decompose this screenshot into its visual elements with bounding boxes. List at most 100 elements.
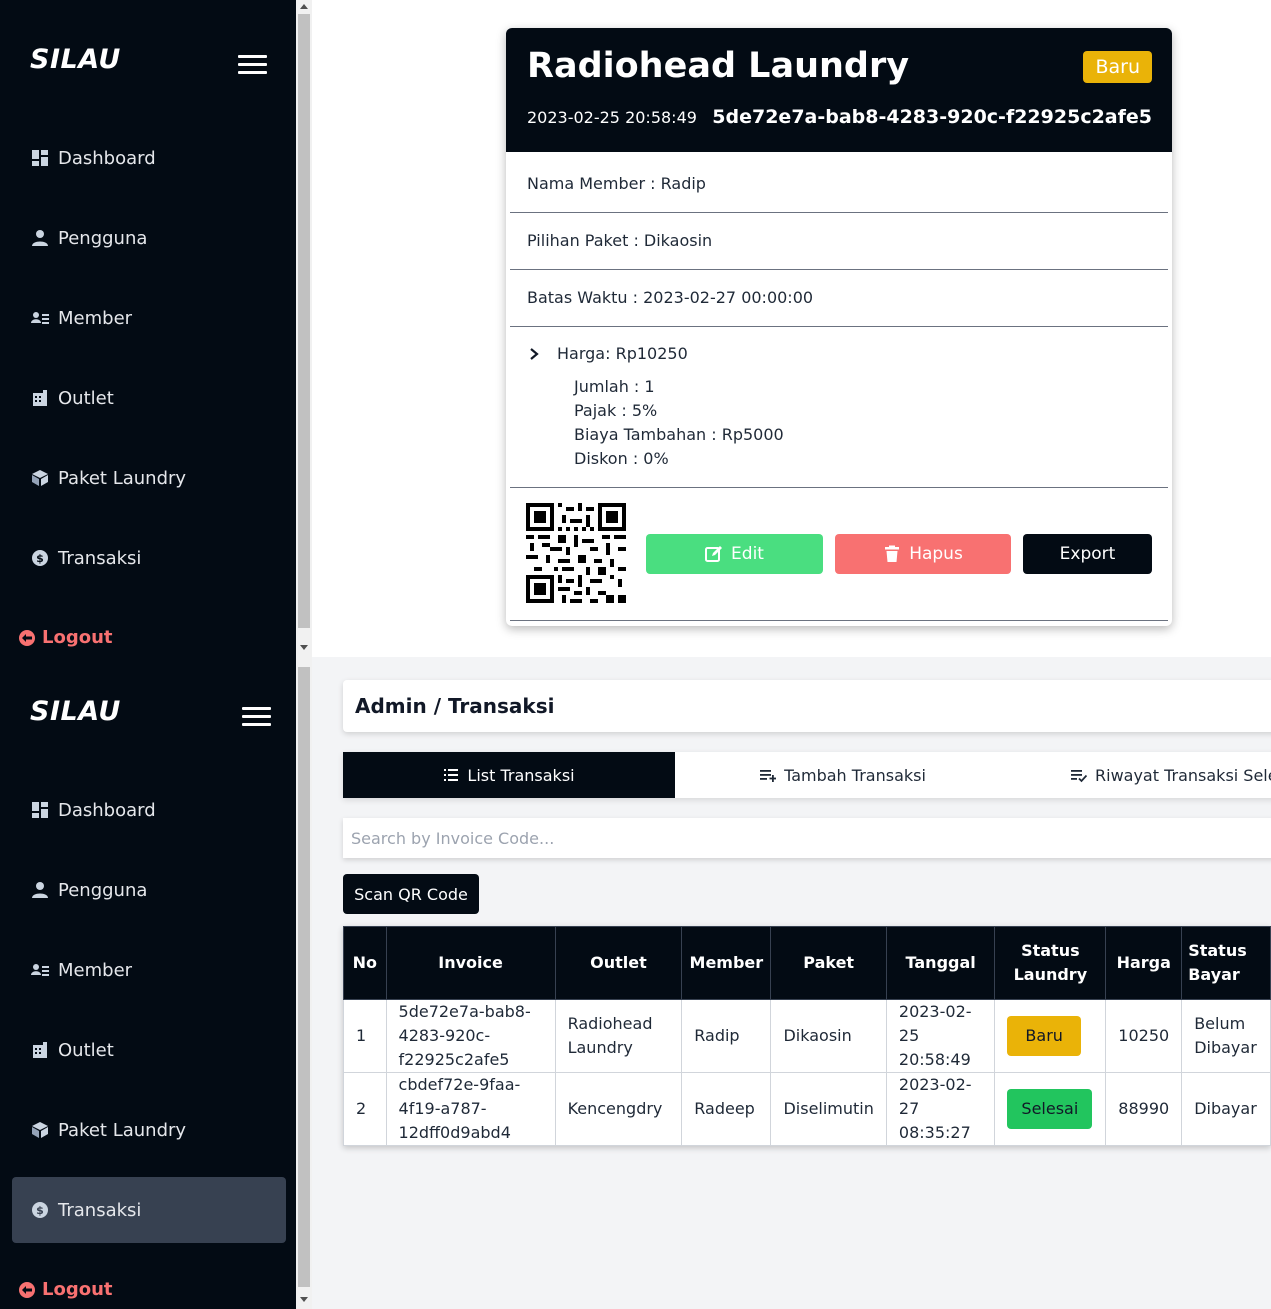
search-input[interactable]	[343, 818, 1271, 858]
sidebar-item-transaksi[interactable]: $ Transaksi	[12, 1177, 286, 1243]
table-row[interactable]: 1 5de72e7a-bab8-4283-920c-f22925c2afe5 R…	[343, 999, 1271, 1073]
scroll-up-arrow-icon[interactable]	[300, 4, 308, 9]
divider	[510, 620, 1168, 621]
scrollbar-bottom[interactable]	[296, 657, 312, 1309]
cell-harga: 10250	[1105, 999, 1183, 1073]
invoice-code: 5de72e7a-bab8-4283-920c-f22925c2afe5	[712, 106, 1152, 128]
divider	[510, 326, 1168, 327]
cell-status-laundry: Baru	[994, 999, 1107, 1073]
sidebar-item-pengguna[interactable]: Pengguna	[12, 857, 286, 923]
divider	[510, 487, 1168, 488]
hamburger-menu-icon[interactable]	[242, 707, 271, 727]
col-no: No	[343, 926, 387, 1000]
dashboard-icon	[30, 148, 50, 168]
transactions-table: No Invoice Outlet Member Paket Tanggal S…	[343, 926, 1271, 1146]
scrollbar-top[interactable]	[296, 0, 312, 657]
status-badge: Baru	[1083, 51, 1152, 83]
harga-toggle[interactable]: Harga: Rp10250	[527, 344, 688, 363]
card-header: Radiohead Laundry Baru 2023-02-25 20:58:…	[506, 28, 1172, 152]
scroll-down-arrow-icon[interactable]	[300, 645, 308, 650]
status-badge-selesai[interactable]: Selesai	[1007, 1089, 1093, 1129]
sidebar-item-outlet[interactable]: Outlet	[12, 1017, 286, 1083]
cell-harga: 88990	[1105, 1072, 1183, 1146]
logout-label: Logout	[42, 627, 113, 648]
sidebar-item-label: Pengguna	[58, 879, 148, 901]
edit-icon	[705, 546, 723, 562]
package-icon	[30, 468, 50, 488]
table-row[interactable]: 2 cbdef72e-9faa-4f19-a787-12dff0d9abd4 K…	[343, 1072, 1271, 1146]
biaya-tambahan-field: Biaya Tambahan : Rp5000	[574, 425, 784, 444]
cell-tanggal: 2023-02-25 20:58:49	[885, 999, 996, 1073]
package-icon	[30, 1120, 50, 1140]
building-icon	[30, 1040, 50, 1060]
sidebar-item-outlet[interactable]: Outlet	[12, 365, 286, 431]
logout-link[interactable]: Logout	[18, 1279, 113, 1300]
col-invoice: Invoice	[385, 926, 556, 1000]
diskon-field: Diskon : 0%	[574, 449, 669, 468]
scan-qr-button[interactable]: Scan QR Code	[343, 874, 479, 914]
edit-label: Edit	[731, 544, 764, 564]
building-icon	[30, 388, 50, 408]
col-status-bayar: Status Bayar	[1181, 926, 1271, 1000]
sidebar-item-dashboard[interactable]: Dashboard	[12, 125, 286, 191]
main-bottom: Admin / Transaksi List Transaksi Tambah …	[312, 657, 1271, 1309]
brand-logo[interactable]: SILAU	[30, 696, 121, 727]
hamburger-menu-icon[interactable]	[238, 55, 267, 75]
list-icon	[444, 769, 459, 781]
playlist-check-icon	[1071, 770, 1087, 783]
dashboard-icon	[30, 800, 50, 820]
cell-no: 1	[343, 999, 387, 1073]
sidebar-bottom: SILAU Dashboard Pengguna Member Outlet P…	[0, 657, 296, 1309]
scrollbar-thumb[interactable]	[298, 667, 310, 1287]
col-paket: Paket	[770, 926, 887, 1000]
jumlah-field: Jumlah : 1	[574, 377, 655, 396]
hapus-button[interactable]: Hapus	[835, 534, 1011, 574]
tab-riwayat-transaksi[interactable]: Riwayat Transaksi Selesai	[1011, 752, 1271, 798]
sidebar-item-paket-laundry[interactable]: Paket Laundry	[12, 445, 286, 511]
logout-label: Logout	[42, 1279, 113, 1300]
sidebar-item-transaksi[interactable]: $ Transaksi	[12, 525, 286, 591]
tab-list-transaksi[interactable]: List Transaksi	[343, 752, 675, 798]
hapus-label: Hapus	[909, 544, 963, 564]
sidebar-item-label: Pengguna	[58, 227, 148, 249]
cell-outlet: Kencengdry	[554, 1072, 683, 1146]
cell-status-bayar: Dibayar	[1181, 1072, 1271, 1146]
sidebar-item-member[interactable]: Member	[12, 937, 286, 1003]
sidebar-item-label: Transaksi	[58, 1199, 142, 1221]
cell-paket: Diselimutin	[770, 1072, 887, 1146]
tab-tambah-transaksi[interactable]: Tambah Transaksi	[675, 752, 1011, 798]
sidebar-item-dashboard[interactable]: Dashboard	[12, 777, 286, 843]
paket-field: Pilihan Paket : Dikaosin	[527, 231, 713, 250]
svg-text:$: $	[36, 552, 44, 565]
outlet-title: Radiohead Laundry	[527, 46, 910, 86]
qr-code	[526, 503, 626, 603]
status-badge-baru[interactable]: Baru	[1007, 1016, 1081, 1056]
logout-icon	[19, 1281, 35, 1298]
sidebar-item-label: Outlet	[58, 1039, 114, 1061]
user-icon	[30, 880, 50, 900]
tab-label: List Transaksi	[467, 765, 575, 785]
cell-status-laundry: Selesai	[994, 1072, 1107, 1146]
edit-button[interactable]: Edit	[646, 534, 823, 574]
cell-status-bayar: Belum Dibayar	[1181, 999, 1271, 1073]
col-outlet: Outlet	[554, 926, 683, 1000]
scroll-down-arrow-icon[interactable]	[300, 1297, 308, 1302]
col-tanggal: Tanggal	[885, 926, 996, 1000]
tab-label: Tambah Transaksi	[784, 765, 926, 785]
logout-link[interactable]: Logout	[18, 627, 113, 648]
cell-outlet: Radiohead Laundry	[554, 999, 683, 1073]
sidebar-item-member[interactable]: Member	[12, 285, 286, 351]
scrollbar-thumb[interactable]	[298, 14, 310, 628]
sidebar-item-paket-laundry[interactable]: Paket Laundry	[12, 1097, 286, 1163]
export-button[interactable]: Export	[1023, 534, 1152, 574]
sidebar-item-label: Paket Laundry	[58, 467, 187, 489]
col-member: Member	[681, 926, 772, 1000]
cell-invoice: cbdef72e-9faa-4f19-a787-12dff0d9abd4	[385, 1072, 556, 1146]
member-list-icon	[30, 308, 50, 328]
cell-member: Radip	[681, 999, 772, 1073]
sidebar-item-pengguna[interactable]: Pengguna	[12, 205, 286, 271]
batas-waktu-field: Batas Waktu : 2023-02-27 00:00:00	[527, 288, 814, 307]
transaction-detail-card: Radiohead Laundry Baru 2023-02-25 20:58:…	[506, 28, 1172, 626]
cell-invoice: 5de72e7a-bab8-4283-920c-f22925c2afe5	[385, 999, 556, 1073]
brand-logo[interactable]: SILAU	[30, 44, 121, 75]
